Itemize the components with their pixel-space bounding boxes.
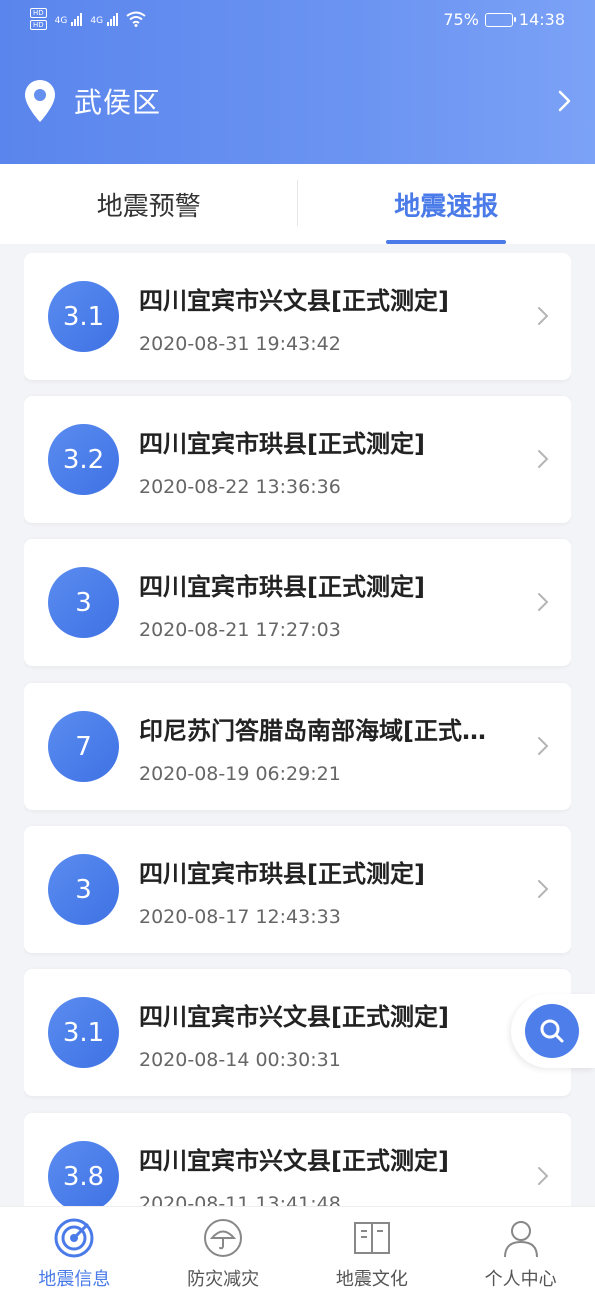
quake-time: 2020-08-11 13:41:48 — [139, 1193, 341, 1206]
quake-title: 四川宜宾市珙县[正式测定] — [139, 573, 425, 601]
net1-label: 4G — [54, 16, 68, 26]
chevron-right-icon — [538, 1167, 549, 1185]
quake-time: 2020-08-17 12:43:33 — [139, 906, 341, 928]
quake-title: 四川宜宾市珙县[正式测定] — [139, 430, 425, 458]
signal-1: 4G — [55, 12, 83, 26]
quake-list[interactable]: 3.1 四川宜宾市兴文县[正式测定] 2020-08-31 19:43:42 3… — [24, 253, 571, 1206]
magnitude-badge: 3.1 — [48, 281, 119, 352]
quake-title: 四川宜宾市兴文县[正式测定] — [139, 287, 449, 315]
nav-personal-center[interactable]: 个人中心 — [446, 1207, 595, 1295]
quake-time: 2020-08-14 00:30:31 — [139, 1049, 341, 1071]
nav-label: 地震文化 — [335, 1269, 408, 1290]
tab-early-warning[interactable]: 地震预警 — [0, 164, 298, 244]
signal-bars-icon — [71, 12, 83, 26]
status-bar: HD HD 4G 4G 75% 14:38 — [0, 0, 595, 40]
magnitude-badge: 3 — [48, 567, 119, 638]
magnitude-badge: 3.8 — [48, 1141, 119, 1206]
search-button[interactable] — [525, 1004, 579, 1058]
chevron-right-icon — [538, 307, 549, 325]
radar-icon — [54, 1218, 94, 1258]
battery-icon — [484, 12, 516, 27]
quake-card[interactable]: 3 四川宜宾市珙县[正式测定] 2020-08-21 17:27:03 — [24, 539, 571, 666]
chevron-right-icon — [538, 880, 549, 898]
nav-quake-info[interactable]: 地震信息 — [0, 1207, 149, 1295]
signal-bars-icon — [107, 12, 119, 26]
search-icon — [540, 1019, 564, 1043]
quake-time: 2020-08-31 19:43:42 — [139, 333, 341, 355]
tab-divider — [297, 180, 298, 226]
nav-label: 个人中心 — [484, 1269, 557, 1290]
quake-time: 2020-08-21 17:27:03 — [139, 619, 341, 641]
quake-title: 四川宜宾市珙县[正式测定] — [139, 860, 425, 888]
quake-card[interactable]: 3.1 四川宜宾市兴文县[正式测定] 2020-08-14 00:30:31 — [24, 969, 571, 1096]
nav-label: 地震信息 — [38, 1269, 111, 1290]
quake-card[interactable]: 3 四川宜宾市珙县[正式测定] 2020-08-17 12:43:33 — [24, 826, 571, 953]
magnitude-badge: 7 — [48, 711, 119, 782]
sim2-label: HD — [30, 20, 47, 30]
location-selector[interactable]: 武侯区 — [22, 78, 577, 124]
net2-label: 4G — [90, 16, 104, 26]
nav-disaster-prevention[interactable]: 防灾减灾 — [149, 1207, 298, 1295]
chevron-right-icon — [538, 450, 549, 468]
quake-card[interactable]: 7 印尼苏门答腊岛南部海域[正式测定] 2020-08-19 06:29:21 — [24, 683, 571, 810]
location-name: 武侯区 — [74, 86, 162, 119]
magnitude-badge: 3.1 — [48, 997, 119, 1068]
quake-title: 四川宜宾市兴文县[正式测定] — [139, 1003, 449, 1031]
magnitude-badge: 3 — [48, 854, 119, 925]
chevron-right-icon — [558, 90, 571, 112]
wifi-icon — [126, 11, 146, 27]
quake-card[interactable]: 3.2 四川宜宾市珙县[正式测定] 2020-08-22 13:36:36 — [24, 396, 571, 523]
book-icon — [353, 1222, 390, 1254]
quake-card[interactable]: 3.8 四川宜宾市兴文县[正式测定] 2020-08-11 13:41:48 — [24, 1113, 571, 1206]
quake-time: 2020-08-22 13:36:36 — [139, 476, 341, 498]
signal-2: 4G — [90, 12, 119, 26]
status-left: HD HD 4G 4G — [30, 8, 146, 30]
map-pin-icon — [25, 80, 55, 122]
sim-indicators: HD HD — [30, 8, 47, 30]
bottom-nav: 地震信息 防灾减灾 地震文化 个人中心 — [0, 1206, 595, 1295]
quake-time: 2020-08-19 06:29:21 — [139, 763, 341, 785]
nav-quake-culture[interactable]: 地震文化 — [298, 1207, 447, 1295]
person-icon — [503, 1221, 538, 1258]
quake-title: 印尼苏门答腊岛南部海域[正式测定] — [139, 717, 499, 745]
header: HD HD 4G 4G 75% 14:38 武侯区 — [0, 0, 595, 164]
battery-percent: 75% — [443, 10, 479, 29]
magnitude-badge: 3.2 — [48, 424, 119, 495]
quake-card[interactable]: 3.1 四川宜宾市兴文县[正式测定] 2020-08-31 19:43:42 — [24, 253, 571, 380]
tab-quick-report[interactable]: 地震速报 — [298, 164, 595, 244]
status-right: 75% 14:38 — [443, 10, 565, 29]
nav-label: 防灾减灾 — [187, 1269, 260, 1290]
quake-title: 四川宜宾市兴文县[正式测定] — [139, 1147, 449, 1175]
umbrella-icon — [204, 1219, 243, 1257]
chevron-right-icon — [538, 593, 549, 611]
search-fab-container — [511, 994, 595, 1068]
chevron-right-icon — [538, 737, 549, 755]
clock: 14:38 — [518, 10, 565, 29]
sim1-label: HD — [30, 8, 47, 18]
